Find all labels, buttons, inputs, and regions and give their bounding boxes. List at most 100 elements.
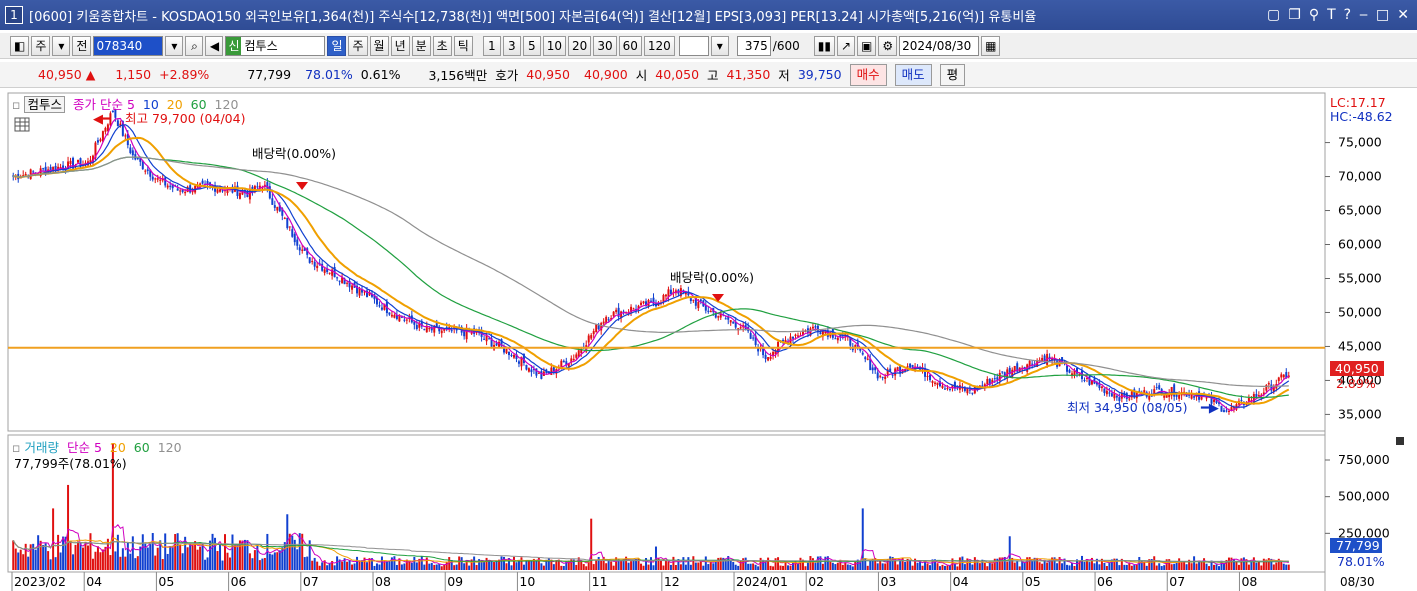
period-tick[interactable]: 틱 — [453, 35, 473, 56]
bid-price: 40,900 — [584, 67, 628, 82]
candle-body — [996, 377, 999, 380]
date-tick-label: 08 — [375, 574, 391, 589]
interval-10[interactable]: 10 — [542, 35, 567, 56]
volume-bar — [562, 565, 565, 570]
period-second[interactable]: 초 — [432, 35, 452, 56]
volume-bar — [787, 565, 790, 570]
candle-body — [590, 335, 593, 339]
search-icon[interactable]: ⌕ — [185, 35, 204, 56]
table-icon[interactable] — [14, 117, 30, 132]
volume-bar — [261, 558, 264, 570]
low-note: 최저 34,950 (08/05) — [1067, 400, 1187, 415]
candle-body — [724, 318, 727, 320]
stock-name-field[interactable]: 신 컴투스 — [225, 35, 326, 56]
drawing-tool-icon[interactable]: ↗ — [836, 35, 856, 56]
candle-body — [1001, 371, 1004, 373]
volume-bar — [630, 561, 633, 570]
interval-120[interactable]: 120 — [643, 35, 675, 56]
volume-bar — [84, 541, 87, 570]
pin-icon[interactable]: ⚲ — [1309, 7, 1319, 23]
font-icon[interactable]: T — [1327, 7, 1336, 23]
volume-bar — [849, 564, 852, 570]
interval-dropdown-icon[interactable]: ▾ — [710, 35, 729, 56]
volume-bar — [525, 560, 528, 570]
volume-bar — [216, 551, 219, 570]
stock-chart[interactable]: 75,000 70,000 65,000 60,000 55,000 50,000 45,0… — [0, 90, 1417, 591]
volume-bar — [811, 558, 814, 570]
help-icon[interactable]: ? — [1344, 7, 1351, 23]
candle-body — [525, 364, 528, 370]
volume-bar — [91, 558, 94, 570]
market-type-select[interactable]: 주 — [31, 35, 51, 56]
price-legend-name[interactable]: 컴투스 — [24, 96, 65, 113]
settings-gear-icon[interactable]: ⚙ — [878, 35, 898, 56]
candle-body — [752, 337, 755, 339]
volume-bar — [191, 545, 194, 570]
panel-close-icon[interactable] — [1396, 437, 1404, 445]
volume-bar — [540, 563, 543, 570]
volume-bar — [1083, 561, 1086, 570]
candle-body — [866, 358, 869, 360]
stock-code-input[interactable]: 078340 — [93, 35, 164, 56]
close-icon[interactable]: ✕ — [1397, 7, 1409, 23]
minimize-icon[interactable]: ‒ — [1359, 7, 1368, 23]
interval-1[interactable]: 1 — [482, 35, 501, 56]
sell-button[interactable]: 매도 — [894, 63, 932, 86]
all-button[interactable]: 전 — [72, 35, 92, 56]
volume-bar — [1013, 562, 1016, 570]
volume-bar — [458, 556, 461, 570]
maximize-icon[interactable]: □ — [1376, 7, 1389, 23]
volume-bar — [1018, 566, 1021, 570]
period-minute[interactable]: 분 — [411, 35, 431, 56]
candle-body — [131, 150, 134, 156]
save-icon[interactable]: ▣ — [857, 35, 877, 56]
candle-body — [184, 191, 187, 194]
candle-body — [632, 308, 635, 310]
volume-bar — [560, 565, 563, 570]
candle-body — [415, 324, 418, 329]
volume-bar — [729, 561, 732, 570]
volume-bar — [126, 542, 129, 570]
volume-bar — [194, 541, 197, 570]
dropdown-arrow-icon[interactable]: ▾ — [52, 35, 71, 56]
buy-button[interactable]: 매수 — [849, 63, 887, 86]
interval-3[interactable]: 3 — [502, 35, 521, 56]
candle-body — [69, 160, 72, 164]
candle-body — [388, 312, 391, 315]
code-dropdown-icon[interactable]: ▾ — [165, 35, 184, 56]
period-day[interactable]: 일 — [327, 35, 347, 56]
period-month[interactable]: 월 — [369, 35, 389, 56]
volume-bar — [47, 551, 50, 570]
sound-icon[interactable]: ◀ — [205, 35, 224, 56]
chart-menu-icon[interactable]: ◧ — [10, 35, 30, 56]
average-button[interactable]: 평 — [939, 63, 966, 86]
chart-type-icon[interactable]: ▮▮ — [813, 35, 835, 56]
candle-body — [351, 285, 354, 290]
candle-body — [405, 319, 408, 321]
interval-5[interactable]: 5 — [522, 35, 541, 56]
candle-body — [986, 378, 989, 385]
period-year[interactable]: 년 — [390, 35, 410, 56]
candle-body — [911, 365, 914, 368]
candle-body — [179, 190, 182, 192]
date-input[interactable]: 2024/08/30 — [899, 35, 980, 56]
candle-body — [1173, 384, 1176, 397]
count-input[interactable]: 375 — [736, 35, 771, 56]
interval-60[interactable]: 60 — [618, 35, 642, 56]
date-tick-label: 10 — [519, 574, 535, 589]
interval-20[interactable]: 20 — [568, 35, 592, 56]
date-tick-label: 09 — [447, 574, 463, 589]
period-week[interactable]: 주 — [348, 35, 368, 56]
restore-window-icon[interactable]: ❐ — [1288, 7, 1301, 23]
calendar-icon[interactable]: ▦ — [981, 35, 1001, 56]
candle-body — [968, 389, 971, 391]
volume-bar — [37, 535, 40, 570]
layout-icon[interactable]: ▢ — [1267, 7, 1280, 23]
date-tick-label: 04 — [86, 574, 102, 589]
custom-interval-input[interactable] — [678, 35, 709, 56]
interval-30[interactable]: 30 — [593, 35, 617, 56]
volume-bar — [1118, 565, 1121, 570]
candle-body — [316, 265, 319, 269]
volume-bar — [77, 541, 80, 570]
candle-body — [1100, 386, 1103, 389]
